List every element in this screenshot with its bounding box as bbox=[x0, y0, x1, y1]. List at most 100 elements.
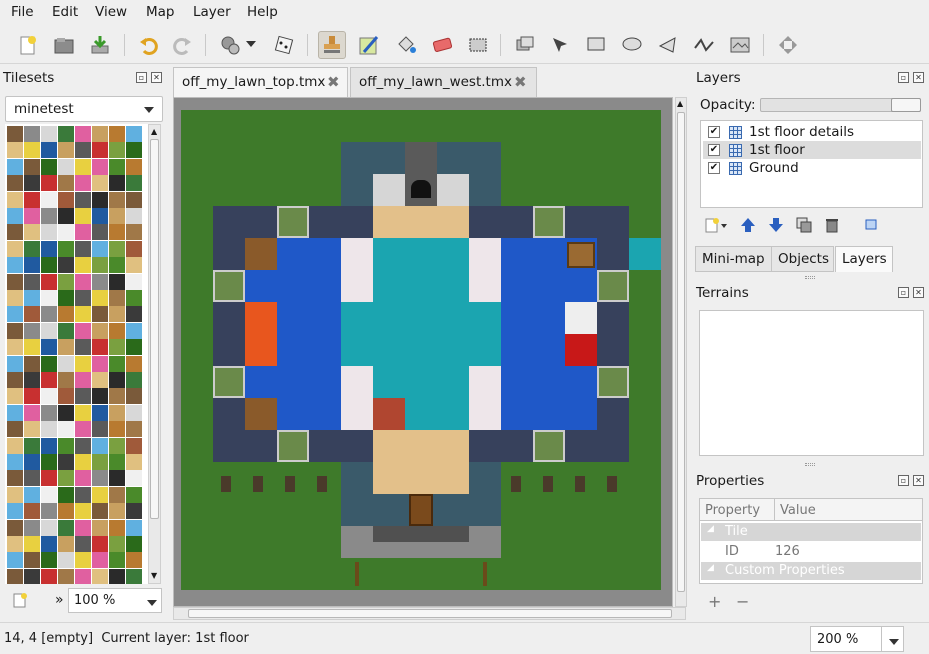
tileset-tile[interactable] bbox=[109, 339, 125, 356]
menu-layer[interactable]: Layer bbox=[193, 4, 231, 20]
tileset-tile[interactable] bbox=[7, 339, 23, 356]
terrain-view[interactable] bbox=[699, 310, 924, 456]
tileset-tile[interactable] bbox=[92, 519, 108, 536]
opacity-slider-handle[interactable] bbox=[891, 98, 921, 112]
tileset-tile[interactable] bbox=[126, 404, 142, 421]
tileset-tile[interactable] bbox=[41, 339, 57, 356]
tileset-tile[interactable] bbox=[41, 388, 57, 405]
map-canvas[interactable] bbox=[181, 110, 661, 590]
splitter-handle[interactable] bbox=[805, 276, 815, 279]
tileset-tile[interactable] bbox=[24, 208, 40, 224]
column-property[interactable]: Property bbox=[705, 503, 760, 518]
edit-polygons-icon[interactable] bbox=[546, 31, 574, 59]
tileset-tile[interactable] bbox=[58, 273, 74, 290]
menu-edit[interactable]: Edit bbox=[52, 4, 78, 20]
tileset-tile[interactable] bbox=[126, 421, 142, 438]
tileset-view[interactable] bbox=[5, 124, 148, 584]
tileset-tile[interactable] bbox=[41, 158, 57, 175]
scroll-thumb[interactable] bbox=[150, 139, 159, 519]
command-icon[interactable] bbox=[216, 31, 244, 59]
zoom-fit-icon[interactable] bbox=[774, 31, 802, 59]
tileset-tile[interactable] bbox=[7, 470, 23, 487]
tileset-tile[interactable] bbox=[92, 126, 108, 142]
tileset-tile[interactable] bbox=[109, 158, 125, 175]
tileset-tile[interactable] bbox=[41, 536, 57, 552]
tileset-tile[interactable] bbox=[126, 290, 142, 306]
visibility-checkbox[interactable]: ✔ bbox=[708, 126, 720, 138]
tileset-tile[interactable] bbox=[58, 454, 74, 470]
lower-layer-icon[interactable] bbox=[768, 217, 784, 237]
tileset-tile[interactable] bbox=[75, 503, 91, 520]
stamp-brush-icon[interactable] bbox=[318, 31, 346, 59]
tileset-tile[interactable] bbox=[58, 208, 74, 224]
tileset-tile[interactable] bbox=[126, 470, 142, 487]
tileset-tile[interactable] bbox=[41, 257, 57, 274]
float-icon[interactable]: ▫ bbox=[898, 287, 909, 298]
tileset-tile[interactable] bbox=[7, 421, 23, 438]
insert-polyline-icon[interactable] bbox=[690, 31, 718, 59]
tileset-tile[interactable] bbox=[24, 404, 40, 421]
scroll-up-icon[interactable]: ▲ bbox=[677, 99, 683, 108]
tileset-tile[interactable] bbox=[75, 552, 91, 569]
column-value[interactable]: Value bbox=[780, 503, 816, 518]
new-map-icon[interactable] bbox=[14, 31, 42, 59]
tileset-tile[interactable] bbox=[58, 568, 74, 584]
tileset-tile[interactable] bbox=[7, 257, 23, 274]
tileset-tile[interactable] bbox=[41, 322, 57, 339]
tileset-tile[interactable] bbox=[58, 306, 74, 323]
tileset-tile[interactable] bbox=[24, 388, 40, 405]
tileset-tile[interactable] bbox=[58, 175, 74, 192]
tileset-tile[interactable] bbox=[58, 355, 74, 372]
tileset-tile[interactable] bbox=[126, 142, 142, 159]
tileset-tile[interactable] bbox=[58, 290, 74, 306]
save-icon[interactable] bbox=[86, 31, 114, 59]
tileset-tile[interactable] bbox=[41, 437, 57, 454]
tileset-tile[interactable] bbox=[92, 552, 108, 569]
tileset-tile[interactable] bbox=[24, 240, 40, 257]
tileset-tile[interactable] bbox=[109, 355, 125, 372]
visibility-checkbox[interactable]: ✔ bbox=[708, 144, 720, 156]
scroll-up-icon[interactable]: ▲ bbox=[151, 127, 157, 136]
tileset-tile[interactable] bbox=[126, 257, 142, 274]
chevron-down-icon[interactable] bbox=[243, 31, 259, 59]
map-horizontal-scrollbar[interactable] bbox=[173, 607, 686, 620]
tileset-tile[interactable] bbox=[92, 437, 108, 454]
tileset-tile[interactable] bbox=[41, 240, 57, 257]
tileset-tile[interactable] bbox=[24, 126, 40, 142]
tileset-tile[interactable] bbox=[92, 273, 108, 290]
tileset-tile[interactable] bbox=[75, 421, 91, 438]
tileset-tile[interactable] bbox=[92, 404, 108, 421]
tileset-tile[interactable] bbox=[7, 158, 23, 175]
tileset-tile[interactable] bbox=[126, 306, 142, 323]
tileset-tile[interactable] bbox=[75, 454, 91, 470]
tileset-tile[interactable] bbox=[58, 339, 74, 356]
chevron-down-icon[interactable] bbox=[889, 636, 899, 651]
tab-layers[interactable]: Layers bbox=[835, 246, 893, 272]
tileset-tile[interactable] bbox=[75, 388, 91, 405]
tileset-tile[interactable] bbox=[126, 372, 142, 388]
tileset-tile[interactable] bbox=[58, 224, 74, 241]
tileset-tile[interactable] bbox=[24, 339, 40, 356]
tileset-tile[interactable] bbox=[109, 404, 125, 421]
tileset-tile[interactable] bbox=[92, 372, 108, 388]
tileset-tile[interactable] bbox=[92, 208, 108, 224]
tileset-tile[interactable] bbox=[41, 454, 57, 470]
tileset-tile[interactable] bbox=[7, 191, 23, 208]
terrain-brush-icon[interactable] bbox=[355, 31, 383, 59]
tileset-tile[interactable] bbox=[24, 191, 40, 208]
tileset-tile[interactable] bbox=[109, 536, 125, 552]
tileset-tile[interactable] bbox=[58, 470, 74, 487]
layer-row-ground[interactable]: ✔ Ground bbox=[703, 159, 921, 177]
tileset-tile[interactable] bbox=[75, 257, 91, 274]
tab-objects[interactable]: Objects bbox=[771, 246, 834, 272]
tileset-tile[interactable] bbox=[75, 404, 91, 421]
tileset-tile[interactable] bbox=[7, 388, 23, 405]
select-objects-icon[interactable] bbox=[511, 31, 539, 59]
close-icon[interactable]: ✖ bbox=[514, 73, 527, 91]
tileset-tile[interactable] bbox=[126, 519, 142, 536]
add-layer-icon[interactable] bbox=[704, 216, 728, 238]
tileset-tile[interactable] bbox=[109, 257, 125, 274]
tileset-tile[interactable] bbox=[24, 503, 40, 520]
tileset-tile[interactable] bbox=[41, 224, 57, 241]
tileset-tile[interactable] bbox=[7, 404, 23, 421]
